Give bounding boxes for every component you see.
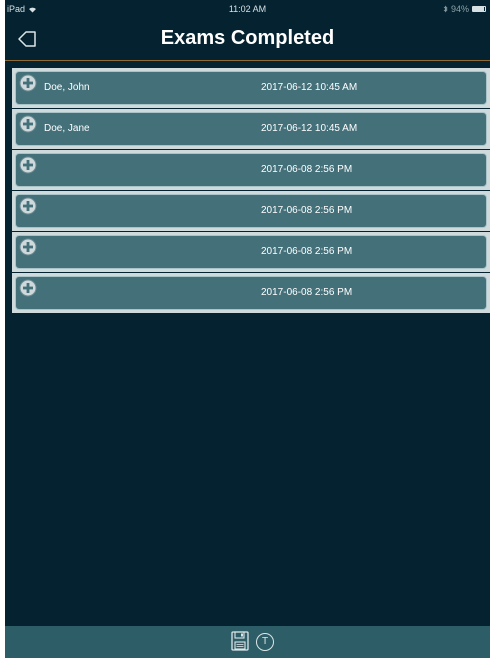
page-title: Exams Completed [160,27,335,49]
bottom-toolbar: T [5,626,490,658]
exam-row[interactable]: 2017-06-08 2:56 PM [12,191,490,231]
battery-icon [472,6,486,12]
status-time: 11:02 AM [228,4,267,14]
nav-bar: Exams Completed [5,20,490,61]
app-screen: iPad 11:02 AM 94% Exams Completed Doe, J… [5,0,490,658]
exam-date: 2017-06-08 2:56 PM [261,287,353,298]
exam-date: 2017-06-12 10:45 AM [261,123,358,134]
exam-row-body: 2017-06-08 2:56 PM [15,235,487,269]
exam-list: Doe, John 2017-06-12 10:45 AM Doe, Jane 201… [12,68,490,314]
exam-row[interactable]: 2017-06-08 2:56 PM [12,150,490,190]
plus-circle-icon[interactable] [19,279,37,297]
exam-date: 2017-06-08 2:56 PM [261,246,353,257]
exam-date: 2017-06-12 10:45 AM [261,82,358,93]
exam-row[interactable]: Doe, Jane 2017-06-12 10:45 AM [12,109,490,149]
exam-row-body: Doe, Jane 2017-06-12 10:45 AM [15,112,487,146]
exam-patient-name: Doe, John [44,82,90,93]
exam-row-body: 2017-06-08 2:56 PM [15,194,487,228]
exam-row[interactable]: 2017-06-08 2:56 PM [12,232,490,272]
exam-date: 2017-06-08 2:56 PM [261,205,353,216]
plus-circle-icon[interactable] [19,115,37,133]
plus-circle-icon[interactable] [19,238,37,256]
save-icon[interactable] [231,631,249,651]
plus-circle-icon[interactable] [19,74,37,92]
exam-row-body: Doe, John 2017-06-12 10:45 AM [15,71,487,105]
status-bar: iPad 11:02 AM 94% [5,0,490,20]
battery-percent: 94% [450,4,469,14]
bluetooth-icon [443,5,448,13]
exam-row-body: 2017-06-08 2:56 PM [15,276,487,310]
status-right: 94% [443,4,486,14]
exam-row[interactable]: Doe, John 2017-06-12 10:45 AM [12,68,490,108]
exam-date: 2017-06-08 2:56 PM [261,164,353,175]
plus-circle-icon[interactable] [19,197,37,215]
text-size-button[interactable]: T [256,633,274,651]
exam-patient-name: Doe, Jane [44,123,90,134]
plus-circle-icon[interactable] [19,156,37,174]
exam-row-body: 2017-06-08 2:56 PM [15,153,487,187]
exam-row[interactable]: 2017-06-08 2:56 PM [12,273,490,313]
